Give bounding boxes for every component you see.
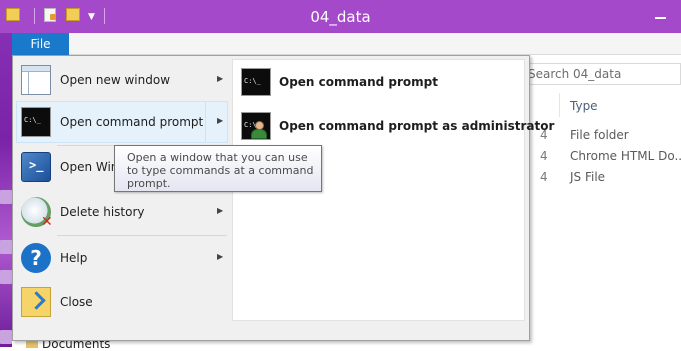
minimize-button[interactable] (651, 4, 671, 24)
type-cell: Chrome HTML Do... (570, 149, 681, 163)
desktop-icon[interactable] (0, 190, 12, 204)
administrator-icon (251, 121, 267, 139)
menu-item-delete-history[interactable]: ✕ Delete history ▶ (16, 191, 228, 233)
chevron-right-icon: ▶ (217, 206, 224, 215)
menu-item-label: Help (60, 251, 88, 265)
date-cell: 4 (540, 170, 548, 184)
desktop-background (0, 0, 12, 347)
ribbon-tab-bar (12, 33, 681, 55)
tooltip-line: prompt. (127, 177, 171, 190)
title-bar: ▼ 04_data (0, 0, 681, 33)
search-input[interactable]: Search 04_data (527, 63, 681, 85)
powershell-icon: >_ (21, 152, 51, 182)
type-cell: JS File (570, 170, 606, 184)
menu-item-help[interactable]: ? Help ▶ (16, 237, 228, 279)
chevron-right-icon: ▶ (217, 74, 224, 83)
menu-footer (13, 324, 529, 340)
menu-item-open-command-prompt[interactable]: C:\_ Open command prompt ▶ (16, 101, 228, 143)
submenu-item-open-command-prompt[interactable]: C:\_ Open command prompt (237, 65, 522, 101)
chevron-right-icon[interactable]: ▶ (217, 116, 223, 125)
file-row[interactable]: 4 File folder (540, 128, 681, 148)
window-icon (21, 65, 51, 95)
help-icon: ? (21, 243, 51, 273)
desktop-icon[interactable] (0, 330, 12, 344)
submenu-item-label: Open command prompt as administrator (279, 119, 555, 133)
menu-item-label: Delete history (60, 205, 145, 219)
menu-item-open-new-window[interactable]: Open new window ▶ (16, 59, 228, 101)
menu-separator (57, 235, 227, 236)
tooltip-line: Open a window that you can use (127, 151, 308, 164)
type-cell: File folder (570, 128, 629, 142)
tooltip-line: to type commands at a command (127, 164, 314, 177)
menu-item-label: Open command prompt (60, 115, 204, 129)
desktop-icon[interactable] (0, 240, 12, 254)
submenu-item-label: Open command prompt (279, 75, 439, 89)
command-prompt-icon: C:\_ (241, 68, 271, 96)
desktop-icon[interactable] (0, 270, 12, 284)
menu-item-label: Open new window (60, 73, 171, 87)
window-title: 04_data (310, 8, 371, 26)
delete-x-icon: ✕ (41, 214, 53, 230)
column-header-type[interactable]: Type (570, 99, 598, 113)
tooltip: Open a window that you can use to type c… (114, 145, 322, 192)
close-folder-icon (21, 287, 51, 317)
administrator-head-shape (255, 121, 264, 130)
submenu-item-open-command-prompt-admin[interactable]: C:\_ Open command prompt as administrato… (237, 109, 554, 145)
menu-item-close[interactable]: Close (16, 281, 228, 323)
administrator-body-shape (251, 129, 267, 139)
delete-history-icon: ✕ (21, 197, 53, 230)
split-divider (205, 102, 206, 142)
command-prompt-icon: C:\_ (21, 107, 51, 137)
chevron-right-icon: ▶ (217, 252, 224, 261)
file-row[interactable]: 4 Chrome HTML Do... (540, 149, 681, 169)
column-divider[interactable] (559, 93, 560, 117)
menu-item-label: Close (60, 295, 93, 309)
tab-file[interactable]: File (12, 33, 69, 55)
date-cell: 4 (540, 149, 548, 163)
file-menu: Open new window ▶ C:\_ Open command prom… (12, 55, 554, 341)
file-row[interactable]: 4 JS File (540, 170, 681, 190)
